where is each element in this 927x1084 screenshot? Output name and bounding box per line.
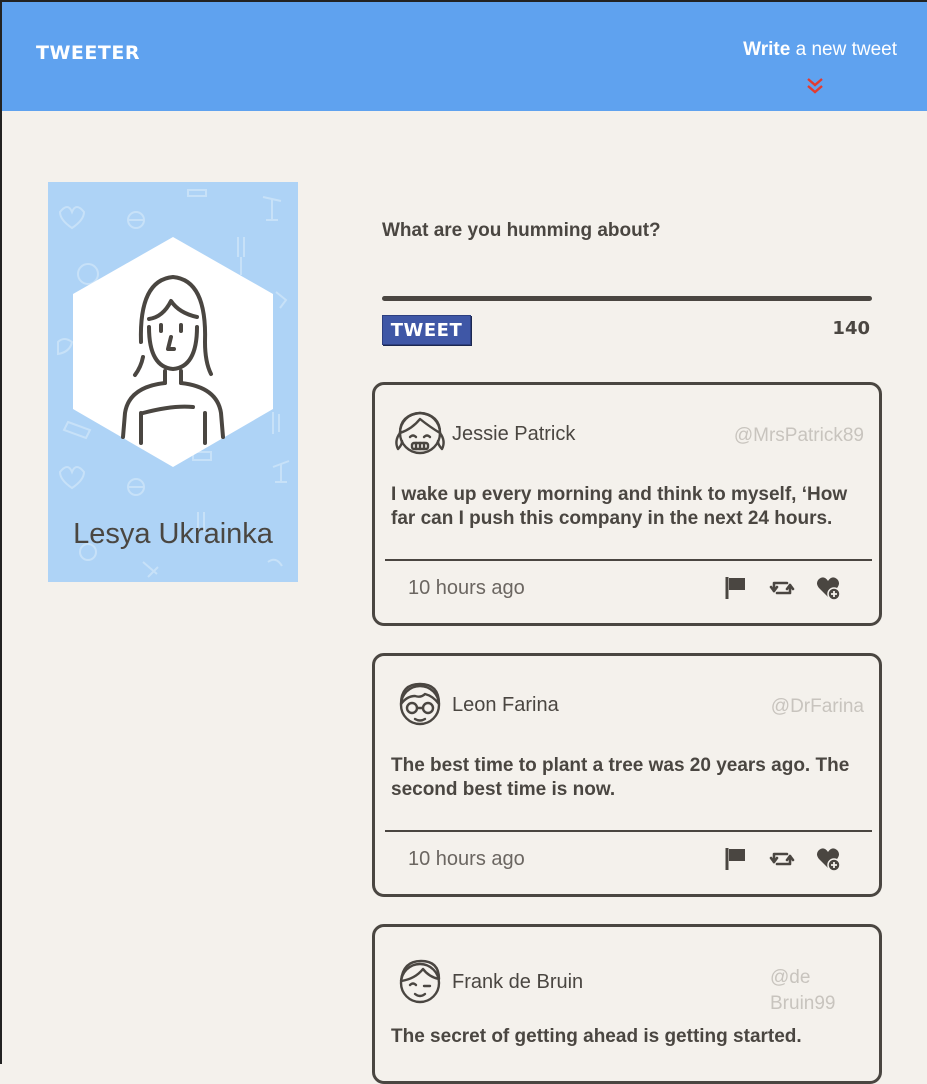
tweet-actions xyxy=(723,575,841,601)
tweet-handle[interactable]: @de Bruin99 xyxy=(770,965,842,1017)
tweet-time: 10 hours ago xyxy=(408,577,525,599)
boy-avatar-icon xyxy=(399,959,441,1004)
profile-avatar xyxy=(73,237,273,467)
top-nav: TWEETER Write a new tweet xyxy=(2,2,927,111)
write-bold-label: Write xyxy=(743,39,791,60)
tweet-author[interactable]: Leon Farina xyxy=(452,694,559,717)
tweet-handle[interactable]: @MrsPatrick89 xyxy=(734,423,864,449)
profile-card: Lesya Ukrainka xyxy=(48,182,298,582)
tweet-card: Leon Farina @DrFarina The best time to p… xyxy=(372,653,882,897)
write-tweet-link[interactable]: Write a new tweet xyxy=(743,39,897,61)
tweet-actions xyxy=(723,846,841,872)
double-chevron-down-icon[interactable] xyxy=(805,76,825,96)
tweet-time: 10 hours ago xyxy=(408,848,525,870)
tweet-card: Frank de Bruin @de Bruin99 The secret of… xyxy=(372,924,882,1084)
tweet-text: The secret of getting ahead is getting s… xyxy=(391,1026,802,1047)
char-counter: 140 xyxy=(832,318,870,339)
tweet-button[interactable]: TWEET xyxy=(382,315,471,345)
tweet-text: The best time to plant a tree was 20 yea… xyxy=(391,755,850,800)
glasses-avatar-icon xyxy=(399,682,441,726)
profile-name: Lesya Ukrainka xyxy=(73,518,273,550)
heart-plus-icon[interactable] xyxy=(815,575,841,601)
write-rest-label: a new tweet xyxy=(790,39,897,60)
tweet-input[interactable] xyxy=(382,296,872,301)
retweet-icon[interactable] xyxy=(769,846,795,872)
flag-icon[interactable] xyxy=(723,575,749,601)
retweet-icon[interactable] xyxy=(769,575,795,601)
tweet-handle[interactable]: @DrFarina xyxy=(771,694,864,720)
girl-avatar-icon xyxy=(395,411,445,455)
tweet-author[interactable]: Frank de Bruin xyxy=(452,971,583,994)
brand-logo[interactable]: TWEETER xyxy=(36,42,140,64)
heart-plus-icon[interactable] xyxy=(815,846,841,872)
tweet-divider xyxy=(385,830,872,832)
tweet-card: Jessie Patrick @MrsPatrick89 I wake up e… xyxy=(372,382,882,626)
tweet-divider xyxy=(385,559,872,561)
tweet-text: I wake up every morning and think to mys… xyxy=(391,484,848,529)
composer-label: What are you humming about? xyxy=(382,220,661,241)
tweet-author[interactable]: Jessie Patrick xyxy=(452,423,575,446)
flag-icon[interactable] xyxy=(723,846,749,872)
